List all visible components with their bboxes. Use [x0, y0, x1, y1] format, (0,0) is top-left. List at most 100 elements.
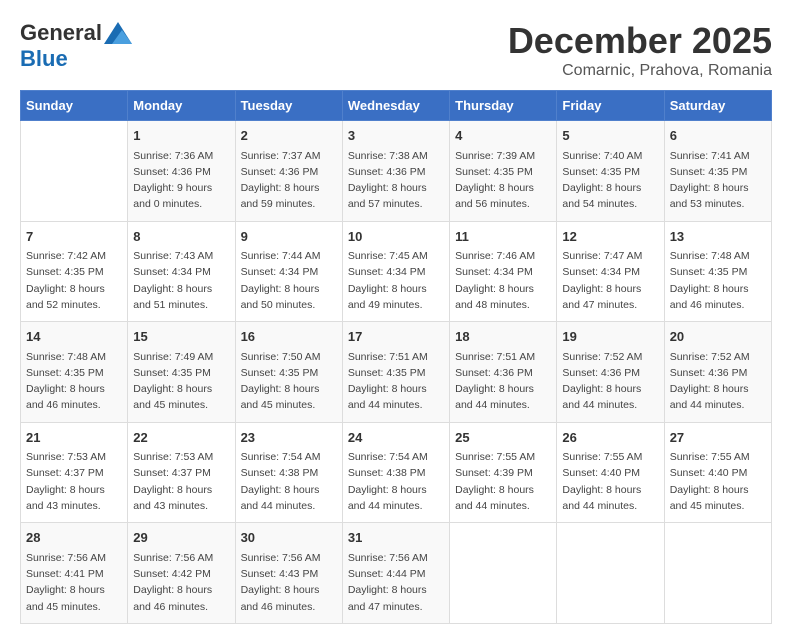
week-row-1: 1Sunrise: 7:36 AMSunset: 4:36 PMDaylight…: [21, 121, 772, 222]
day-number: 24: [348, 428, 444, 448]
day-cell: 7Sunrise: 7:42 AMSunset: 4:35 PMDaylight…: [21, 221, 128, 322]
day-cell: 24Sunrise: 7:54 AMSunset: 4:38 PMDayligh…: [342, 422, 449, 523]
day-number: 6: [670, 126, 766, 146]
day-info: Sunrise: 7:52 AMSunset: 4:36 PMDaylight:…: [670, 349, 766, 414]
day-info: Sunrise: 7:54 AMSunset: 4:38 PMDaylight:…: [348, 449, 444, 514]
week-row-4: 21Sunrise: 7:53 AMSunset: 4:37 PMDayligh…: [21, 422, 772, 523]
logo-general-text: General: [20, 20, 102, 46]
day-info: Sunrise: 7:36 AMSunset: 4:36 PMDaylight:…: [133, 148, 229, 213]
page-container: General Blue December 2025 Comarnic, Pra…: [20, 20, 772, 624]
day-info: Sunrise: 7:41 AMSunset: 4:35 PMDaylight:…: [670, 148, 766, 213]
day-number: 4: [455, 126, 551, 146]
day-cell: 9Sunrise: 7:44 AMSunset: 4:34 PMDaylight…: [235, 221, 342, 322]
week-row-3: 14Sunrise: 7:48 AMSunset: 4:35 PMDayligh…: [21, 322, 772, 423]
day-cell: 4Sunrise: 7:39 AMSunset: 4:35 PMDaylight…: [450, 121, 557, 222]
logo: General Blue: [20, 20, 132, 72]
day-cell: 19Sunrise: 7:52 AMSunset: 4:36 PMDayligh…: [557, 322, 664, 423]
day-number: 8: [133, 227, 229, 247]
day-cell: 18Sunrise: 7:51 AMSunset: 4:36 PMDayligh…: [450, 322, 557, 423]
day-info: Sunrise: 7:55 AMSunset: 4:40 PMDaylight:…: [670, 449, 766, 514]
day-number: 5: [562, 126, 658, 146]
day-info: Sunrise: 7:56 AMSunset: 4:44 PMDaylight:…: [348, 550, 444, 615]
day-info: Sunrise: 7:51 AMSunset: 4:36 PMDaylight:…: [455, 349, 551, 414]
day-cell: 16Sunrise: 7:50 AMSunset: 4:35 PMDayligh…: [235, 322, 342, 423]
day-cell: 11Sunrise: 7:46 AMSunset: 4:34 PMDayligh…: [450, 221, 557, 322]
day-cell: 30Sunrise: 7:56 AMSunset: 4:43 PMDayligh…: [235, 523, 342, 624]
day-number: 12: [562, 227, 658, 247]
day-info: Sunrise: 7:55 AMSunset: 4:39 PMDaylight:…: [455, 449, 551, 514]
day-info: Sunrise: 7:44 AMSunset: 4:34 PMDaylight:…: [241, 248, 337, 313]
day-header-sunday: Sunday: [21, 91, 128, 121]
logo-blue-text: Blue: [20, 46, 68, 72]
day-cell: 15Sunrise: 7:49 AMSunset: 4:35 PMDayligh…: [128, 322, 235, 423]
day-cell: 1Sunrise: 7:36 AMSunset: 4:36 PMDaylight…: [128, 121, 235, 222]
day-info: Sunrise: 7:53 AMSunset: 4:37 PMDaylight:…: [26, 449, 122, 514]
day-cell: 5Sunrise: 7:40 AMSunset: 4:35 PMDaylight…: [557, 121, 664, 222]
day-info: Sunrise: 7:52 AMSunset: 4:36 PMDaylight:…: [562, 349, 658, 414]
day-cell: 22Sunrise: 7:53 AMSunset: 4:37 PMDayligh…: [128, 422, 235, 523]
day-info: Sunrise: 7:50 AMSunset: 4:35 PMDaylight:…: [241, 349, 337, 414]
day-header-saturday: Saturday: [664, 91, 771, 121]
day-cell: [664, 523, 771, 624]
day-cell: 21Sunrise: 7:53 AMSunset: 4:37 PMDayligh…: [21, 422, 128, 523]
day-info: Sunrise: 7:54 AMSunset: 4:38 PMDaylight:…: [241, 449, 337, 514]
month-title: December 2025: [508, 20, 772, 62]
logo-icon: [104, 22, 132, 44]
day-number: 18: [455, 327, 551, 347]
day-cell: [21, 121, 128, 222]
day-cell: 20Sunrise: 7:52 AMSunset: 4:36 PMDayligh…: [664, 322, 771, 423]
day-info: Sunrise: 7:51 AMSunset: 4:35 PMDaylight:…: [348, 349, 444, 414]
day-info: Sunrise: 7:48 AMSunset: 4:35 PMDaylight:…: [26, 349, 122, 414]
day-cell: 8Sunrise: 7:43 AMSunset: 4:34 PMDaylight…: [128, 221, 235, 322]
day-number: 14: [26, 327, 122, 347]
day-number: 29: [133, 528, 229, 548]
day-number: 19: [562, 327, 658, 347]
day-cell: 3Sunrise: 7:38 AMSunset: 4:36 PMDaylight…: [342, 121, 449, 222]
day-cell: 23Sunrise: 7:54 AMSunset: 4:38 PMDayligh…: [235, 422, 342, 523]
day-header-tuesday: Tuesday: [235, 91, 342, 121]
day-cell: 13Sunrise: 7:48 AMSunset: 4:35 PMDayligh…: [664, 221, 771, 322]
day-number: 25: [455, 428, 551, 448]
day-number: 15: [133, 327, 229, 347]
day-number: 1: [133, 126, 229, 146]
day-number: 28: [26, 528, 122, 548]
day-info: Sunrise: 7:56 AMSunset: 4:42 PMDaylight:…: [133, 550, 229, 615]
day-info: Sunrise: 7:40 AMSunset: 4:35 PMDaylight:…: [562, 148, 658, 213]
day-number: 11: [455, 227, 551, 247]
day-number: 17: [348, 327, 444, 347]
day-number: 7: [26, 227, 122, 247]
day-header-thursday: Thursday: [450, 91, 557, 121]
day-cell: 25Sunrise: 7:55 AMSunset: 4:39 PMDayligh…: [450, 422, 557, 523]
day-number: 20: [670, 327, 766, 347]
day-number: 22: [133, 428, 229, 448]
day-info: Sunrise: 7:38 AMSunset: 4:36 PMDaylight:…: [348, 148, 444, 213]
day-info: Sunrise: 7:49 AMSunset: 4:35 PMDaylight:…: [133, 349, 229, 414]
day-cell: 6Sunrise: 7:41 AMSunset: 4:35 PMDaylight…: [664, 121, 771, 222]
day-number: 31: [348, 528, 444, 548]
day-cell: 17Sunrise: 7:51 AMSunset: 4:35 PMDayligh…: [342, 322, 449, 423]
day-cell: 28Sunrise: 7:56 AMSunset: 4:41 PMDayligh…: [21, 523, 128, 624]
day-cell: 10Sunrise: 7:45 AMSunset: 4:34 PMDayligh…: [342, 221, 449, 322]
day-number: 26: [562, 428, 658, 448]
day-info: Sunrise: 7:55 AMSunset: 4:40 PMDaylight:…: [562, 449, 658, 514]
day-header-friday: Friday: [557, 91, 664, 121]
day-info: Sunrise: 7:39 AMSunset: 4:35 PMDaylight:…: [455, 148, 551, 213]
header: General Blue December 2025 Comarnic, Pra…: [20, 20, 772, 80]
day-info: Sunrise: 7:47 AMSunset: 4:34 PMDaylight:…: [562, 248, 658, 313]
day-cell: 27Sunrise: 7:55 AMSunset: 4:40 PMDayligh…: [664, 422, 771, 523]
day-info: Sunrise: 7:43 AMSunset: 4:34 PMDaylight:…: [133, 248, 229, 313]
day-info: Sunrise: 7:56 AMSunset: 4:41 PMDaylight:…: [26, 550, 122, 615]
day-number: 23: [241, 428, 337, 448]
day-cell: [450, 523, 557, 624]
day-number: 3: [348, 126, 444, 146]
week-row-2: 7Sunrise: 7:42 AMSunset: 4:35 PMDaylight…: [21, 221, 772, 322]
location: Comarnic, Prahova, Romania: [508, 62, 772, 80]
day-number: 13: [670, 227, 766, 247]
day-cell: 14Sunrise: 7:48 AMSunset: 4:35 PMDayligh…: [21, 322, 128, 423]
day-cell: 12Sunrise: 7:47 AMSunset: 4:34 PMDayligh…: [557, 221, 664, 322]
day-number: 2: [241, 126, 337, 146]
day-info: Sunrise: 7:37 AMSunset: 4:36 PMDaylight:…: [241, 148, 337, 213]
day-number: 10: [348, 227, 444, 247]
day-info: Sunrise: 7:46 AMSunset: 4:34 PMDaylight:…: [455, 248, 551, 313]
day-number: 16: [241, 327, 337, 347]
